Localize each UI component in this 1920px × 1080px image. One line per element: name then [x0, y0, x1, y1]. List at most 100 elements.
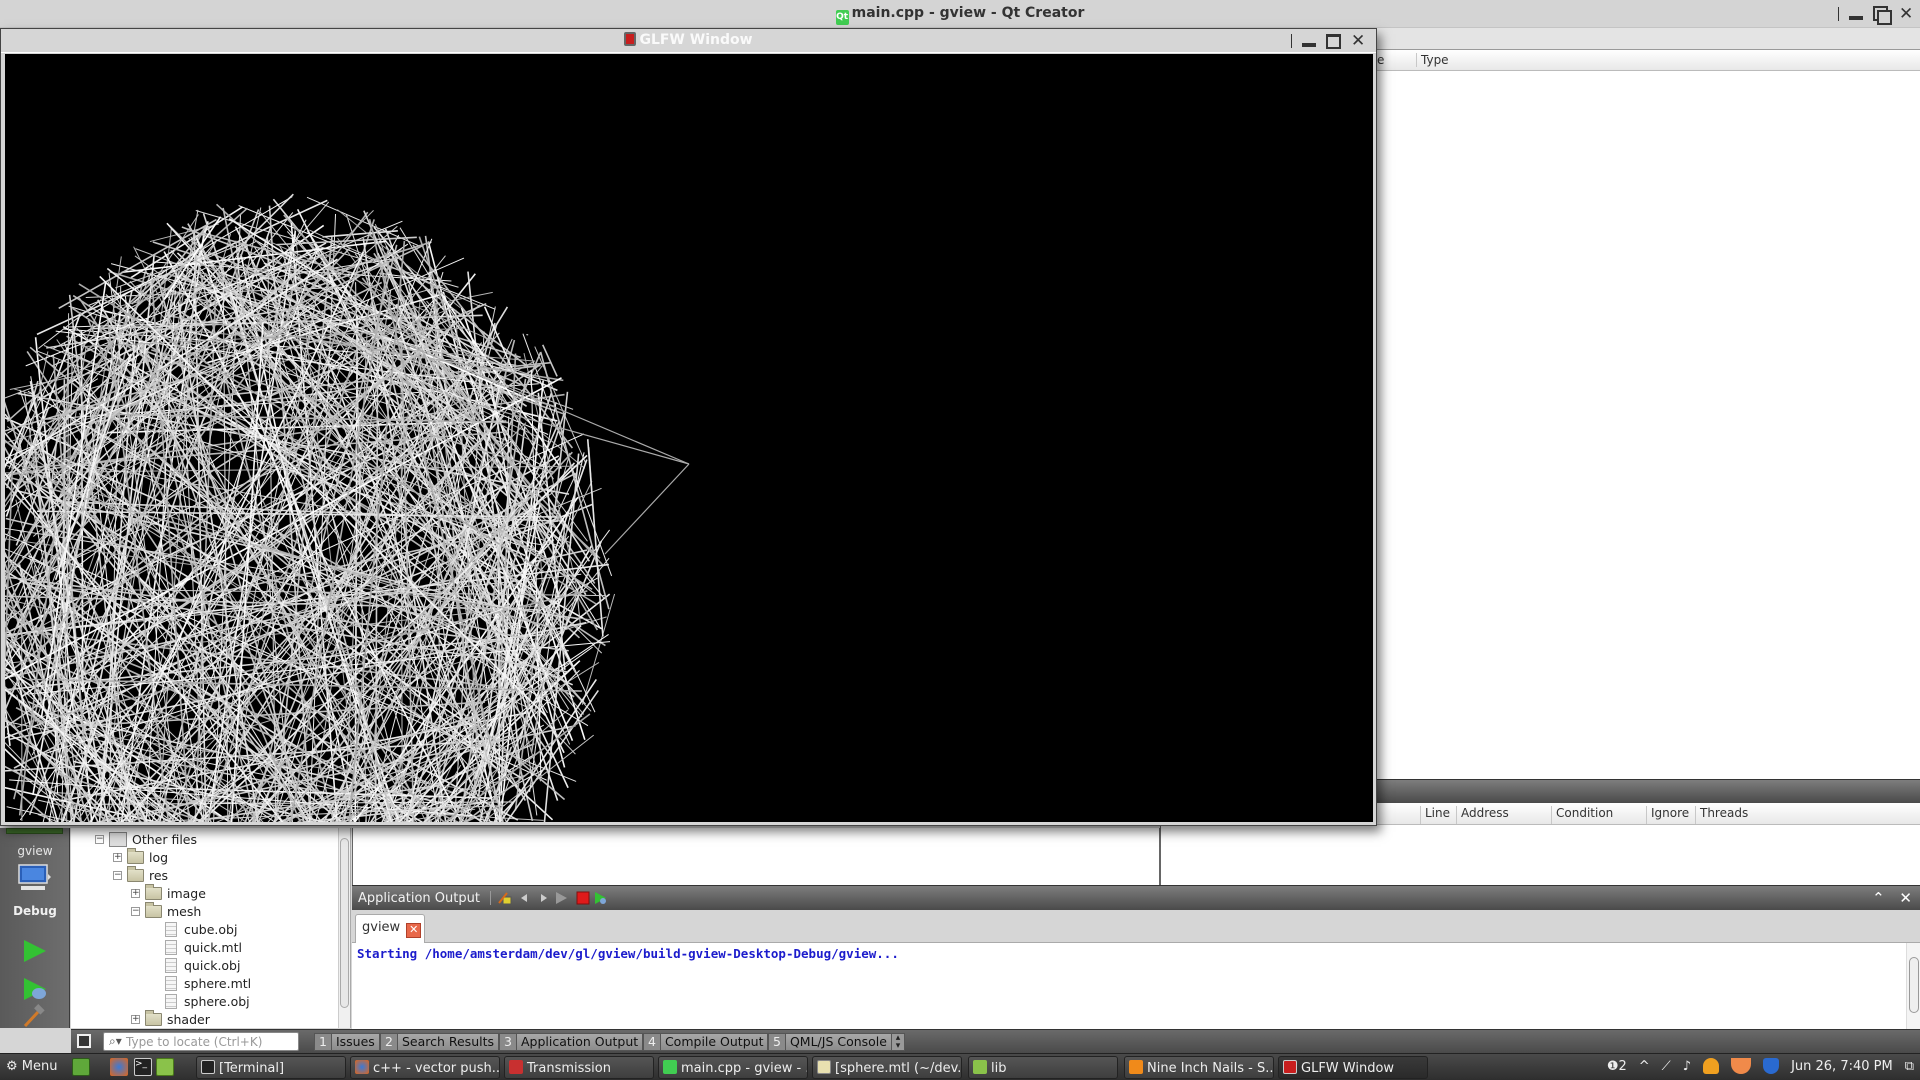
pane-button-issues[interactable]: 1 Issues	[314, 1033, 380, 1051]
column-header-condition[interactable]: Condition	[1551, 806, 1613, 824]
clementine-icon[interactable]	[1731, 1058, 1752, 1074]
task-qt-creator[interactable]: main.cpp - gview - ...	[658, 1056, 808, 1079]
shield-info-icon[interactable]	[1763, 1058, 1780, 1074]
task-lib-folder[interactable]: lib	[968, 1056, 1118, 1079]
build-config-label: Debug	[13, 904, 57, 918]
column-header-threads[interactable]: Threads	[1695, 806, 1748, 824]
app-output-scrollbar[interactable]	[1906, 943, 1920, 1029]
pane-button-compile-output[interactable]: 4 Compile Output	[643, 1033, 769, 1051]
monitor-icon[interactable]	[18, 864, 52, 892]
maximize-pane-icon[interactable]: ⌃	[1872, 889, 1885, 907]
folder-icon	[127, 865, 144, 882]
folder-icon	[145, 1009, 162, 1026]
file-icon	[165, 921, 177, 937]
close-icon[interactable]: ✕	[1899, 6, 1913, 23]
clear-output-icon[interactable]	[498, 891, 512, 905]
tree-item-sphere-mtl[interactable]: sphere.mtl	[165, 974, 251, 992]
build-hammer-icon[interactable]	[22, 1004, 46, 1028]
close-icon[interactable]: ✕	[1351, 33, 1365, 50]
terminal-icon[interactable]: >_	[134, 1058, 152, 1076]
run-icon[interactable]	[24, 940, 46, 962]
column-header-type[interactable]: Type	[1416, 53, 1449, 67]
restore-icon[interactable]	[1873, 6, 1892, 25]
rerun-icon[interactable]	[554, 891, 568, 905]
stop-icon[interactable]	[576, 891, 590, 905]
glfw-render-canvas[interactable]	[5, 54, 1373, 822]
tree-item-image[interactable]: + image	[131, 883, 206, 902]
pane-button-search-results[interactable]: 2 Search Results	[380, 1033, 500, 1051]
locator-input[interactable]: ⌕▾ Type to locate (Ctrl+K)	[103, 1032, 299, 1051]
toggle-sidebar-icon[interactable]	[77, 1034, 91, 1048]
minimize-icon[interactable]	[1302, 43, 1316, 47]
close-pane-icon[interactable]: ✕	[1899, 889, 1912, 907]
right-panel-strip	[1370, 28, 1920, 49]
folder-icon	[145, 901, 162, 918]
column-header[interactable]: e	[1377, 53, 1384, 67]
glfw-titlebar[interactable]: GLFW Window ✕	[1, 29, 1376, 53]
column-header-ignore[interactable]: Ignore	[1646, 806, 1689, 824]
qt-creator-titlebar: Qt main.cpp - gview - Qt Creator ✕	[0, 0, 1920, 28]
tree-item-other-files[interactable]: − Other files	[95, 830, 197, 848]
pane-button-application-output[interactable]: 3 Application Output	[499, 1033, 644, 1051]
mode-indicator	[6, 828, 63, 834]
menu-button[interactable]: ⚙ Menu	[6, 1059, 58, 1074]
glfw-icon	[1283, 1060, 1297, 1074]
task-firefox[interactable]: c++ - vector push...	[350, 1056, 500, 1079]
tree-item-quick-mtl[interactable]: quick.mtl	[165, 938, 242, 956]
expand-icon[interactable]: +	[113, 852, 122, 862]
tree-item-mesh[interactable]: − mesh	[131, 901, 201, 920]
tree-item-log[interactable]: + log	[113, 847, 168, 866]
tree-scrollbar[interactable]	[338, 828, 350, 1028]
task-terminal[interactable]: [Terminal]	[196, 1056, 346, 1079]
output-pane-bar: ⌕▾ Type to locate (Ctrl+K) 1 Issues 2 Sear…	[71, 1029, 1920, 1053]
tree-item-sphere-obj[interactable]: sphere.obj	[165, 992, 250, 1010]
workspace-switcher-icon[interactable]: ⧉	[1905, 1059, 1914, 1074]
close-tab-icon[interactable]: ✕	[406, 923, 422, 938]
app-output-text-area[interactable]: Starting /home/amsterdam/dev/gl/gview/bu…	[352, 943, 1920, 1029]
tree-item-shader[interactable]: + shader	[131, 1009, 210, 1028]
clock[interactable]: Jun 26, 7:40 PM	[1791, 1059, 1893, 1074]
output-tab-gview[interactable]: gview ✕	[355, 914, 425, 943]
tree-item-res[interactable]: − res	[113, 865, 168, 884]
maximize-icon[interactable]	[1326, 33, 1341, 49]
editor-lower-panel	[352, 828, 1160, 885]
column-header-line[interactable]: Line	[1420, 806, 1450, 824]
tray-expand-icon[interactable]: ^	[1639, 1059, 1650, 1074]
taskbar: ⚙ Menu >_ [Terminal] c++ - vector push..…	[0, 1053, 1920, 1080]
tree-item-quick-obj[interactable]: quick.obj	[165, 956, 240, 974]
file-icon	[165, 957, 177, 973]
attach-debugger-icon[interactable]	[594, 891, 608, 905]
file-manager-icon[interactable]	[156, 1058, 174, 1076]
task-glfw-window[interactable]: GLFW Window	[1278, 1056, 1428, 1079]
headphones-icon[interactable]	[1703, 1058, 1720, 1074]
network-icon[interactable]: ⟋	[1662, 1059, 1671, 1074]
column-header-address[interactable]: Address	[1456, 806, 1509, 824]
pane-button-qml-console[interactable]: 5 QML/JS Console	[768, 1033, 892, 1051]
firefox-icon	[355, 1060, 369, 1074]
breakpoints-list[interactable]	[1160, 825, 1920, 885]
expand-icon[interactable]: +	[131, 888, 140, 898]
task-music-player[interactable]: Nine Inch Nails - S...	[1124, 1056, 1274, 1079]
notification-indicator[interactable]: ❶2	[1607, 1059, 1627, 1074]
expand-icon[interactable]: +	[131, 1014, 140, 1024]
scrollbar-thumb[interactable]	[1909, 957, 1919, 1013]
minimize-icon[interactable]	[1849, 16, 1863, 20]
file-icon	[165, 993, 177, 1009]
file-icon	[165, 975, 177, 991]
previous-item-icon[interactable]	[518, 891, 532, 905]
collapse-icon[interactable]: −	[131, 906, 140, 916]
next-item-icon[interactable]	[536, 891, 550, 905]
collapse-icon[interactable]: −	[113, 870, 122, 880]
music-player-icon	[1129, 1060, 1143, 1074]
mode-bar: gview Debug	[0, 828, 70, 1028]
firefox-icon[interactable]	[110, 1058, 128, 1076]
task-transmission[interactable]: Transmission	[504, 1056, 654, 1079]
task-text-editor[interactable]: [sphere.mtl (~/dev...	[812, 1056, 962, 1079]
collapse-icon[interactable]: −	[95, 834, 104, 844]
wireframe-edge	[577, 598, 582, 627]
scrollbar-thumb[interactable]	[340, 838, 349, 1008]
tree-item-cube-obj[interactable]: cube.obj	[165, 920, 237, 938]
show-desktop-icon[interactable]	[72, 1058, 90, 1076]
more-panes-icon[interactable]: ▴ ▾	[891, 1033, 905, 1051]
music-note-icon[interactable]: ♪	[1683, 1059, 1691, 1074]
